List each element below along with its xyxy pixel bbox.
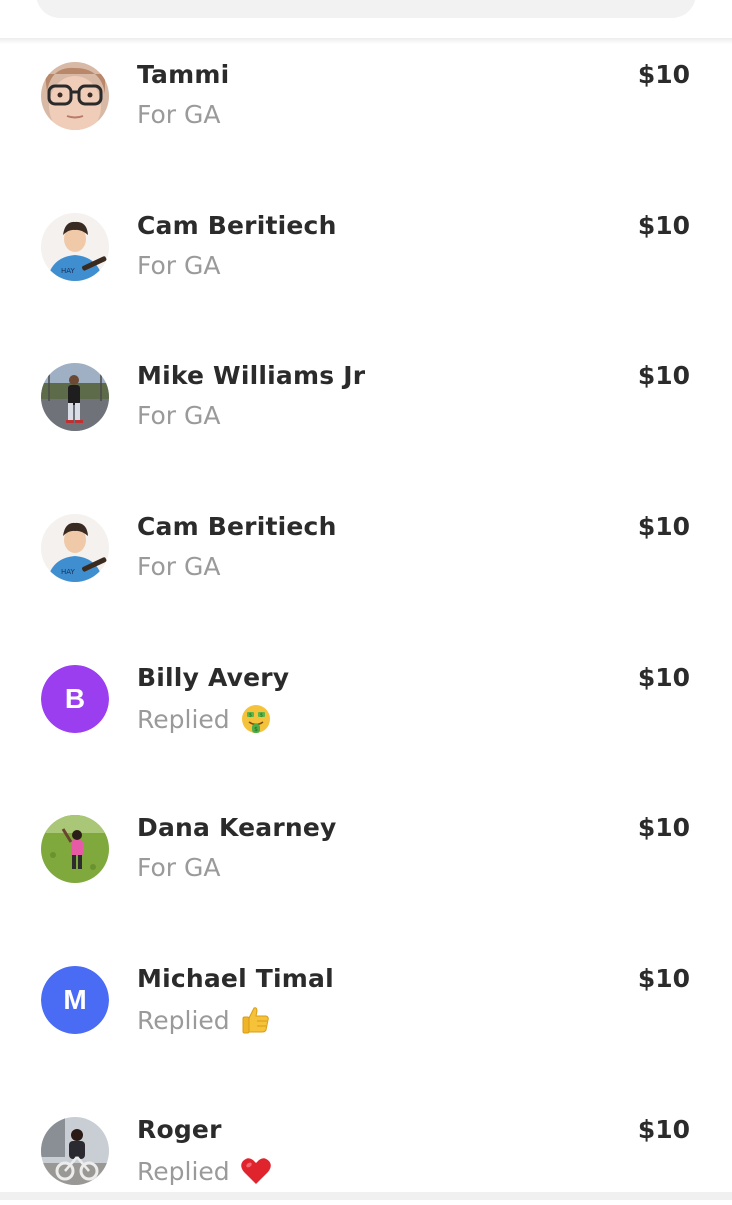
payer-name: Michael Timal <box>137 964 334 993</box>
payment-amount: $10 <box>637 663 690 692</box>
note-text: For GA <box>137 552 221 581</box>
note-text: Replied <box>137 704 230 734</box>
payment-note: For GA <box>137 401 220 430</box>
payment-row[interactable]: HAY Cam Beritiech For GA $10 <box>0 452 732 602</box>
note-text: For GA <box>137 100 221 129</box>
note-text: For GA <box>137 853 221 882</box>
svg-text:$: $ <box>254 726 258 733</box>
thumbs-up-emoji-icon <box>240 1004 272 1036</box>
avatar <box>41 62 109 130</box>
payment-amount: $10 <box>637 512 690 541</box>
avatar-initial: M <box>41 966 109 1034</box>
avatar: M <box>41 966 109 1034</box>
payment-note: For GA <box>137 853 220 882</box>
avatar: B <box>41 665 109 733</box>
avatar: HAY <box>41 514 109 582</box>
payment-note: For GA <box>137 251 220 280</box>
payment-row[interactable]: Dana Kearney For GA $10 <box>0 753 732 903</box>
note-text: For GA <box>137 251 221 280</box>
avatar: HAY <box>41 213 109 281</box>
red-heart-emoji-icon <box>240 1155 272 1187</box>
avatar <box>41 363 109 431</box>
note-text: For GA <box>137 401 221 430</box>
svg-text:HAY: HAY <box>61 568 76 576</box>
payment-row[interactable]: Mike Williams Jr For GA $10 <box>0 301 732 451</box>
payment-row[interactable]: HAY Cam Beritiech For GA $10 <box>0 151 732 301</box>
payer-name: Cam Beritiech <box>137 211 337 240</box>
payment-amount: $10 <box>637 361 690 390</box>
svg-text:HAY: HAY <box>61 267 76 275</box>
payment-row[interactable]: Tammi For GA $10 <box>0 0 732 150</box>
payment-amount: $10 <box>637 211 690 240</box>
payer-name: Tammi <box>137 60 230 89</box>
payment-amount: $10 <box>637 1115 690 1144</box>
payer-name: Billy Avery <box>137 663 290 692</box>
money-mouth-face-emoji-icon: $ $ $ <box>240 703 272 735</box>
svg-text:$: $ <box>249 713 252 719</box>
avatar <box>41 815 109 883</box>
payment-row[interactable]: B Billy Avery Replied $ $ $ $10 <box>0 603 732 753</box>
note-text: Replied <box>137 1005 230 1035</box>
bottom-edge <box>0 1192 732 1200</box>
avatar <box>41 1117 109 1185</box>
payment-row[interactable]: M Michael Timal Replied $10 <box>0 904 732 1054</box>
payment-note: For GA <box>137 552 220 581</box>
payment-note: For GA <box>137 100 220 129</box>
avatar-initial: B <box>41 665 109 733</box>
payment-note: Replied <box>137 1004 272 1036</box>
payer-name: Roger <box>137 1115 222 1144</box>
note-text: Replied <box>137 1156 230 1186</box>
payment-note: Replied <box>137 1155 272 1187</box>
payer-name: Mike Williams Jr <box>137 361 366 390</box>
payment-row[interactable]: Roger Replied $10 <box>0 1055 732 1205</box>
payment-amount: $10 <box>637 813 690 842</box>
payment-amount: $10 <box>637 60 690 89</box>
payer-name: Dana Kearney <box>137 813 337 842</box>
payer-name: Cam Beritiech <box>137 512 337 541</box>
svg-text:$: $ <box>260 713 263 719</box>
payment-note: Replied $ $ $ <box>137 703 272 735</box>
payment-amount: $10 <box>637 964 690 993</box>
